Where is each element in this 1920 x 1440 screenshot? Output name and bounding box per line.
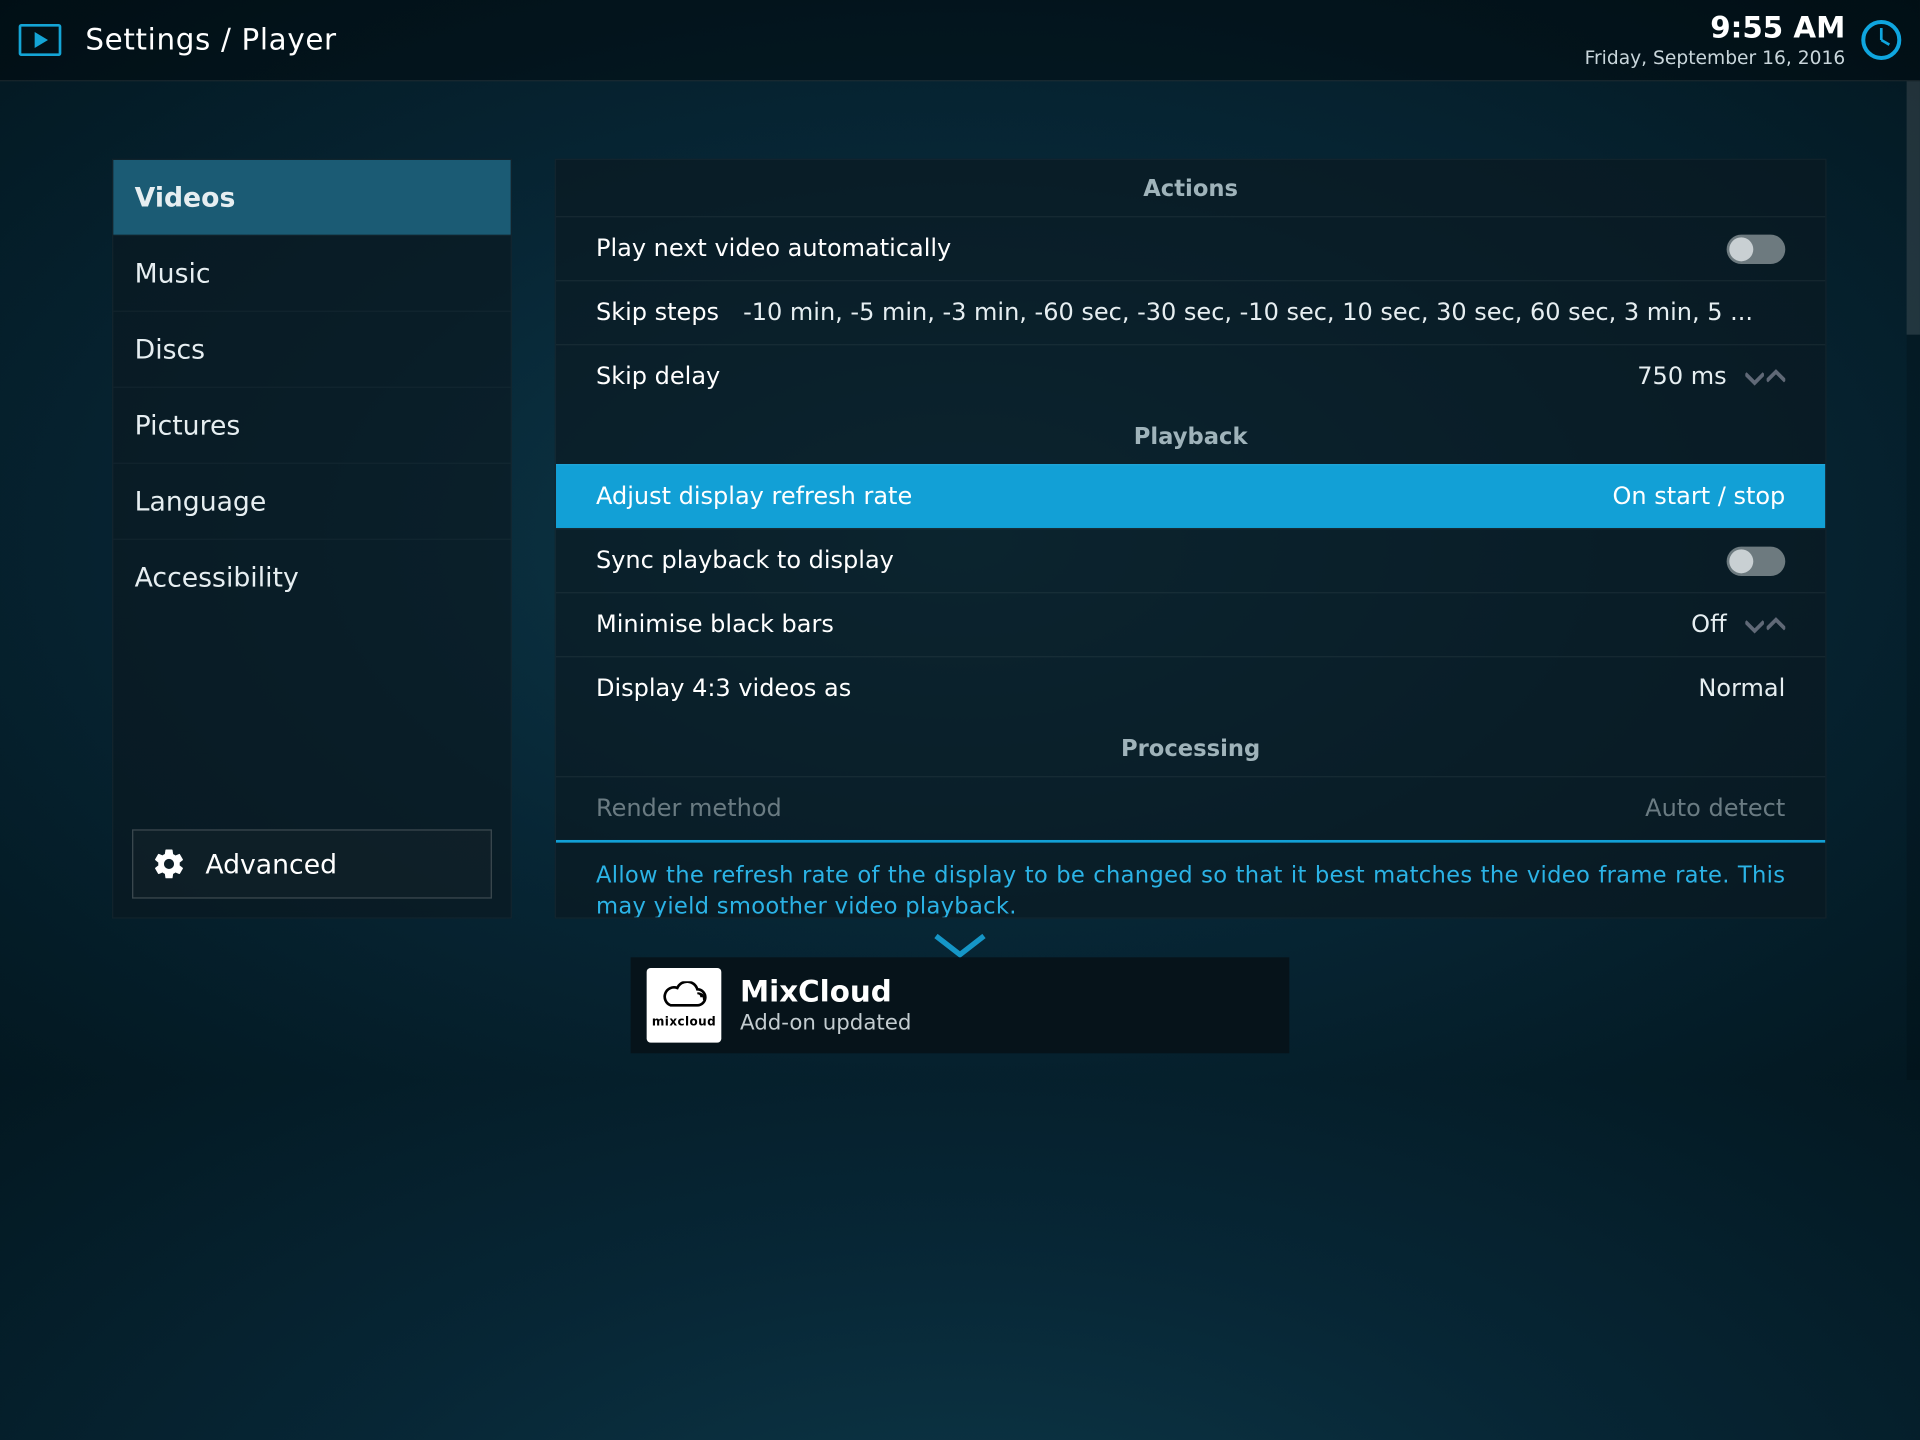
row-minimise-black-bars[interactable]: Minimise black bars Off — [556, 592, 1825, 656]
settings-sidebar: Videos Music Discs Pictures Language Acc… — [112, 159, 512, 919]
sidebar-item-label: Music — [135, 257, 211, 289]
row-label: Play next video automatically — [596, 235, 951, 263]
app-logo-icon — [19, 24, 62, 56]
section-title-actions: Actions — [556, 160, 1825, 216]
row-value: 750 ms — [1637, 363, 1726, 391]
row-label: Adjust display refresh rate — [596, 483, 912, 511]
row-render-method: Render method Auto detect — [556, 776, 1825, 840]
sidebar-item-accessibility[interactable]: Accessibility — [113, 539, 510, 615]
settings-level-label: Advanced — [205, 848, 337, 880]
toggle-play-next[interactable] — [1727, 234, 1786, 263]
row-display-4-3[interactable]: Display 4:3 videos as Normal — [556, 656, 1825, 720]
clock-time: 9:55 AM — [1585, 11, 1846, 44]
row-value: On start / stop — [1612, 483, 1785, 511]
row-label: Skip steps — [596, 299, 719, 327]
sidebar-item-pictures[interactable]: Pictures — [113, 387, 510, 463]
row-label: Display 4:3 videos as — [596, 675, 851, 703]
row-sync-playback[interactable]: Sync playback to display — [556, 528, 1825, 592]
sidebar-item-label: Accessibility — [135, 561, 299, 593]
row-adjust-refresh-rate[interactable]: Adjust display refresh rate On start / s… — [556, 464, 1825, 528]
scrollbar[interactable] — [1907, 81, 1920, 1080]
sidebar-item-label: Language — [135, 485, 267, 517]
sidebar-item-label: Discs — [135, 333, 205, 365]
toast-addon-icon: mixcloud — [647, 968, 722, 1043]
sidebar-item-label: Pictures — [135, 409, 241, 441]
setting-hint-text: Allow the refresh rate of the display to… — [556, 840, 1825, 919]
row-value: Auto detect — [1645, 795, 1785, 823]
top-bar: Settings / Player 9:55 AM Friday, Septem… — [0, 0, 1920, 81]
section-title-playback: Playback — [556, 408, 1825, 464]
row-play-next-automatically[interactable]: Play next video automatically — [556, 216, 1825, 280]
row-skip-steps[interactable]: Skip steps -10 min, -5 min, -3 min, -60 … — [556, 280, 1825, 344]
row-value: -10 min, -5 min, -3 min, -60 sec, -30 se… — [743, 299, 1785, 327]
clock-icon — [1861, 20, 1901, 60]
row-skip-delay[interactable]: Skip delay 750 ms — [556, 344, 1825, 408]
toggle-sync-playback[interactable] — [1727, 546, 1786, 575]
gear-icon — [152, 847, 187, 882]
notification-toast[interactable]: mixcloud MixCloud Add-on updated — [631, 957, 1290, 1053]
toast-subtitle: Add-on updated — [740, 1009, 911, 1034]
section-title-processing: Processing — [556, 720, 1825, 776]
row-value: Off — [1691, 611, 1726, 639]
clock-date: Friday, September 16, 2016 — [1585, 47, 1846, 68]
settings-content: Actions Play next video automatically Sk… — [555, 159, 1827, 919]
spinner-icon[interactable] — [1745, 367, 1785, 386]
row-value: Normal — [1698, 675, 1785, 703]
toast-logo-text: mixcloud — [652, 1016, 716, 1029]
row-label: Render method — [596, 795, 782, 823]
sidebar-item-label: Videos — [135, 181, 236, 213]
row-label: Sync playback to display — [596, 547, 894, 575]
settings-level-button[interactable]: Advanced — [132, 829, 492, 898]
row-label: Minimise black bars — [596, 611, 834, 639]
breadcrumb: Settings / Player — [85, 23, 336, 56]
sidebar-item-language[interactable]: Language — [113, 463, 510, 539]
sidebar-item-music[interactable]: Music — [113, 235, 510, 311]
spinner-icon[interactable] — [1745, 615, 1785, 634]
sidebar-item-discs[interactable]: Discs — [113, 311, 510, 387]
sidebar-item-videos[interactable]: Videos — [113, 160, 510, 235]
row-label: Skip delay — [596, 363, 720, 391]
toast-title: MixCloud — [740, 976, 911, 1009]
